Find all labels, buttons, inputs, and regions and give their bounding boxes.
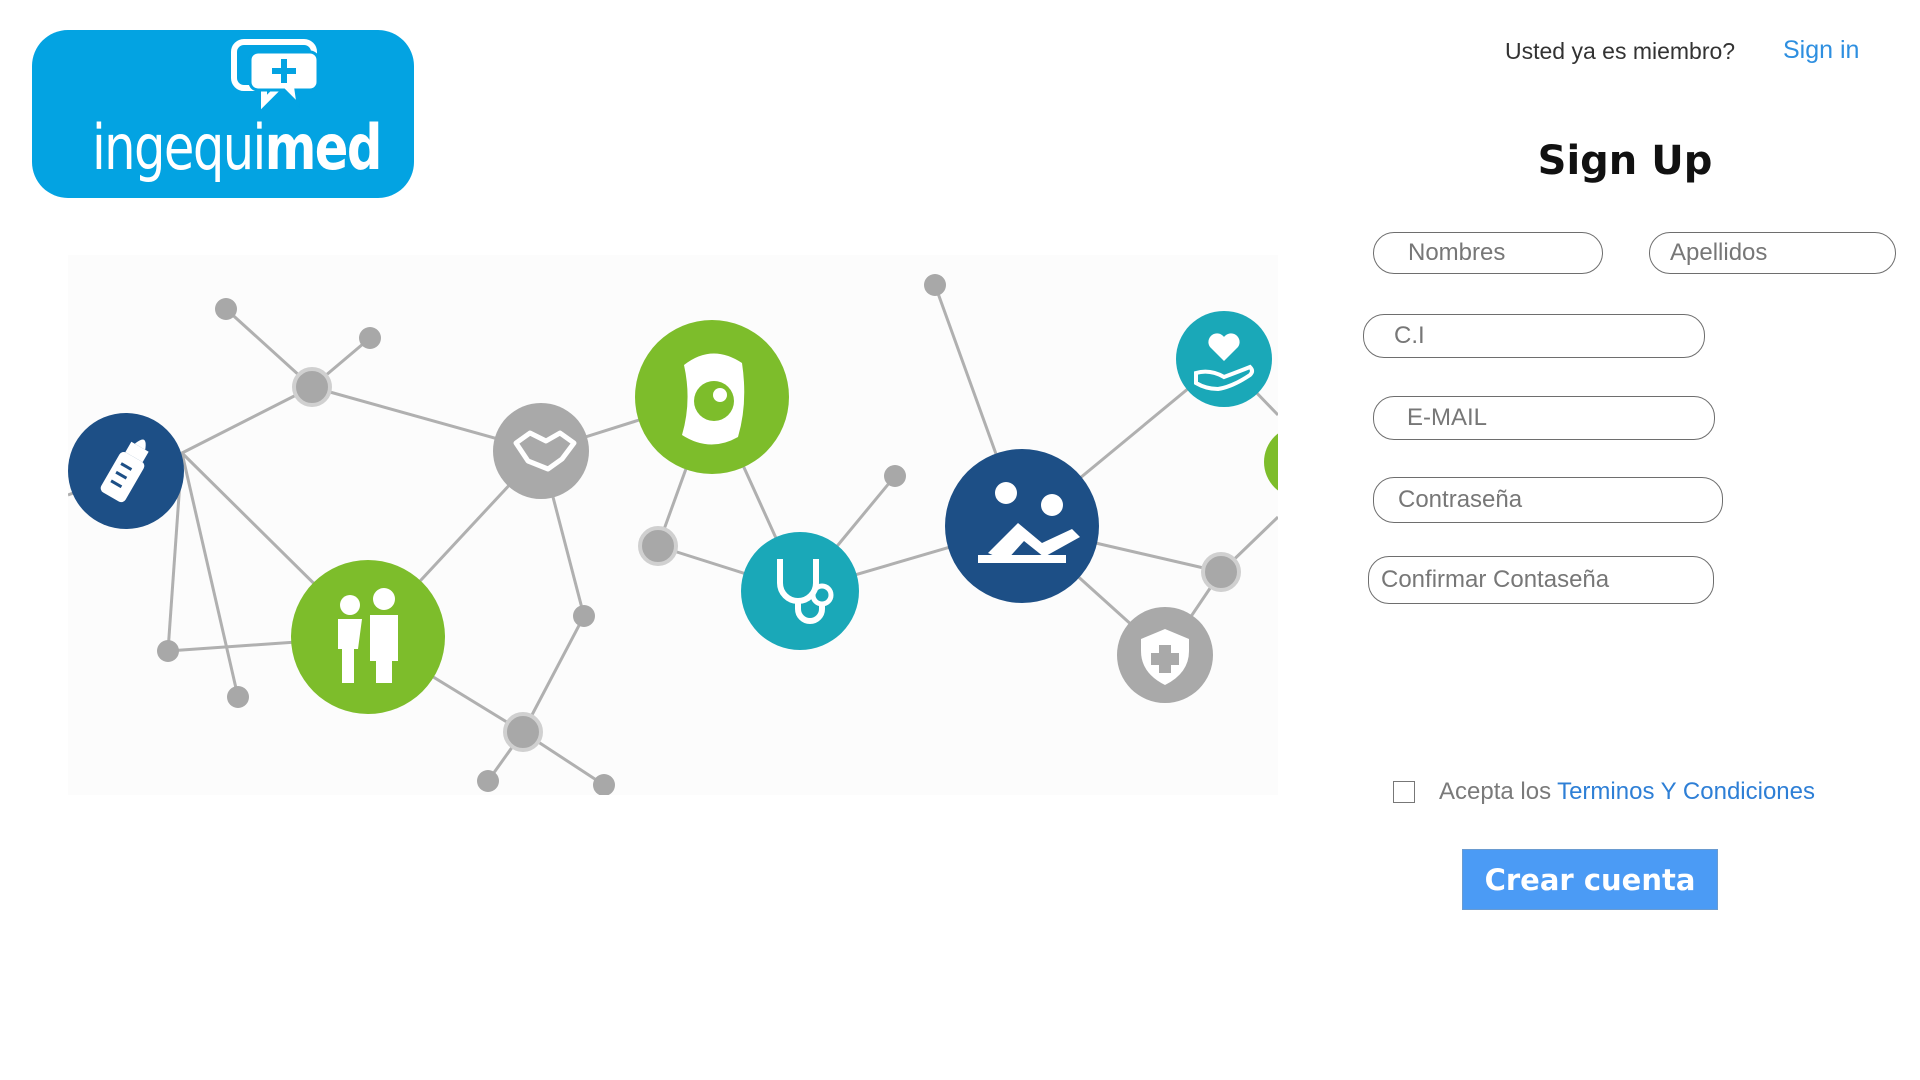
baby-bottle-icon <box>68 413 184 529</box>
family-icon <box>291 560 445 714</box>
shield-cross-icon <box>1117 607 1213 703</box>
first-name-input[interactable] <box>1373 232 1603 274</box>
ci-input[interactable] <box>1363 314 1705 358</box>
email-input[interactable] <box>1373 396 1715 440</box>
pregnancy-icon <box>635 320 789 474</box>
confirm-password-input[interactable] <box>1368 556 1714 604</box>
stethoscope-icon <box>741 532 859 650</box>
app-logo[interactable]: ingequimed <box>32 30 414 198</box>
sign-in-link[interactable]: Sign in <box>1783 36 1859 65</box>
create-account-button[interactable]: Crear cuenta <box>1462 849 1718 910</box>
terms-row: Acepta los Terminos Y Condiciones <box>1393 778 1815 806</box>
terms-prefix: Acepta los <box>1439 778 1552 805</box>
heart-hand-icon <box>1176 311 1272 407</box>
terms-checkbox[interactable] <box>1393 781 1415 803</box>
handshake-icon <box>493 403 589 499</box>
password-input[interactable] <box>1373 477 1723 523</box>
last-name-input[interactable] <box>1649 232 1896 274</box>
page-title: Sign Up <box>1537 138 1713 184</box>
member-question: Usted ya es miembro? <box>1505 38 1736 64</box>
terms-link[interactable]: Terminos Y Condiciones <box>1557 778 1815 806</box>
logo-wordmark: ingequimed <box>92 111 382 184</box>
patient-care-icon <box>945 449 1099 603</box>
healthcare-network-illustration <box>68 255 1278 795</box>
chat-plus-icon <box>231 39 320 110</box>
